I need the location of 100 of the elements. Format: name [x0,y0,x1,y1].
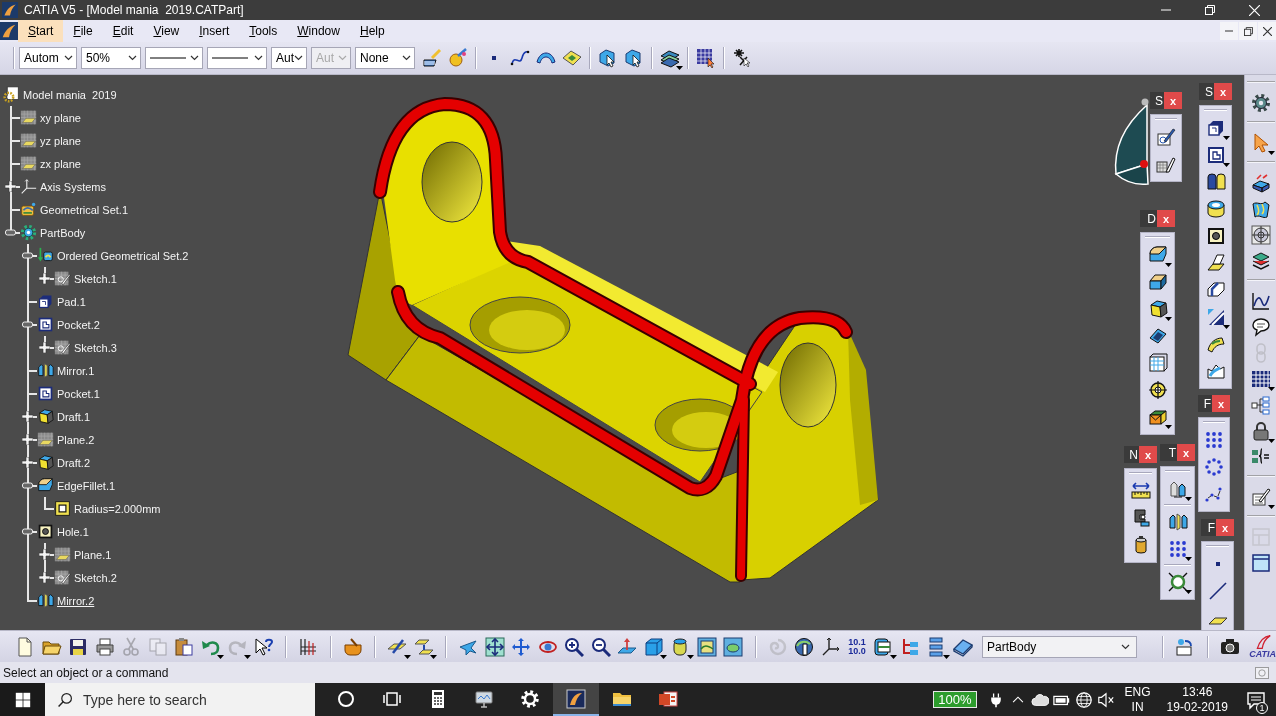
stacked-frames-icon[interactable] [873,636,894,657]
close-button[interactable]: x [1214,83,1232,100]
dropdown-arrow-icon[interactable] [1267,505,1275,509]
dropdown-field[interactable]: 50% [81,47,141,69]
dropdown-arrow-icon[interactable] [1222,136,1230,140]
dot-grid-icon[interactable] [1167,538,1188,559]
sketch-icon[interactable] [1250,487,1271,507]
plus-icon[interactable] [22,411,33,422]
tree-item[interactable]: Geometrical Set.1 [40,203,129,216]
planes-arrow-icon[interactable] [413,636,434,657]
tree-item[interactable]: Mirror.2 [57,594,95,607]
dropdown-field[interactable] [207,47,267,69]
dropdown-arrow-icon[interactable] [403,654,411,659]
dropdown-arrow-icon[interactable] [1267,151,1275,155]
tree-item[interactable]: xy plane [40,111,81,124]
minus-icon[interactable] [22,526,33,537]
grid-cursor-icon[interactable] [696,48,716,68]
search-box[interactable]: Type here to search [45,683,315,716]
body-dropdown[interactable]: PartBody [982,635,1137,658]
chevron-down-icon[interactable] [128,55,137,61]
stack-icon[interactable] [660,48,680,68]
sparkle-cursor-icon[interactable] [732,48,752,68]
menu-item[interactable]: Start [18,20,64,42]
dropdown-arrow-icon[interactable] [1184,557,1192,561]
tree-item[interactable]: Model mania 2019 [23,88,117,101]
line-icon[interactable] [1207,580,1228,601]
ring-icon[interactable] [1205,198,1226,219]
diamond-plane-icon[interactable] [562,48,582,68]
precision-button[interactable]: 10.1 10.0 [844,633,870,660]
tree-diagram-icon[interactable] [1250,395,1271,415]
minus-icon[interactable] [22,480,33,491]
ruler-icon[interactable] [1130,480,1151,501]
speech-bubble-icon[interactable] [1250,317,1271,337]
book-icon[interactable] [952,636,973,657]
chevron-down-icon[interactable] [190,55,199,61]
rounded-block-icon[interactable] [37,477,54,494]
block-icon[interactable] [37,293,54,310]
scale-icon[interactable] [1167,571,1188,592]
bowl-icon[interactable] [342,636,363,657]
axis-icon[interactable] [20,178,37,195]
menu-item[interactable]: File [63,20,103,42]
sketch-icon[interactable] [54,339,71,356]
plane-icon[interactable] [20,132,37,149]
plus-icon[interactable] [39,572,50,583]
mirror-icon[interactable] [37,362,54,379]
chamfer-block-icon[interactable] [1147,271,1168,292]
sketch-icon[interactable] [1156,126,1176,147]
disc-icon[interactable] [794,636,815,657]
plane-icon[interactable] [54,546,71,563]
close-button[interactable] [1258,22,1276,40]
chevron-down-icon[interactable] [402,55,411,61]
plus-icon[interactable] [22,434,33,445]
tree-item[interactable]: yz plane [40,134,81,147]
battery-percentage[interactable]: 100% [933,691,977,708]
slab-arrows-icon[interactable] [1250,173,1271,193]
compass-icon[interactable] [1114,98,1149,186]
landscape-picture-icon[interactable] [696,636,717,657]
notched-square-icon[interactable] [37,385,54,402]
zoom-out-icon[interactable] [590,636,611,657]
notification-icon[interactable] [1246,689,1266,710]
dropdown-arrow-icon[interactable] [1222,325,1230,329]
close-button[interactable]: x [1164,92,1182,109]
chevron-down-icon[interactable] [294,55,303,61]
dropdown-field[interactable]: None [355,47,415,69]
grid-cube-icon[interactable] [1147,352,1168,373]
cube-cursor-icon[interactable] [598,48,618,68]
cube-icon[interactable] [1147,298,1168,319]
cube-icon[interactable] [643,636,664,657]
dropdown-arrow-icon[interactable] [430,654,437,659]
app-icon[interactable] [0,22,18,40]
plane-icon[interactable] [20,109,37,126]
gear-icon[interactable] [20,224,37,241]
mirror-icon[interactable] [37,592,54,609]
close-button[interactable]: x [1157,210,1175,227]
plane-icon[interactable] [20,155,37,172]
dropdown-field[interactable]: Autom [19,47,77,69]
grid-lines-icon[interactable] [298,636,319,657]
dot-grid-icon[interactable] [1204,429,1224,450]
notched-square-icon[interactable] [1205,144,1226,165]
dropdown-field[interactable] [145,47,203,69]
dot-ring-icon[interactable] [1204,456,1224,477]
rounded-block-icon[interactable] [1147,244,1168,265]
sketch-icon[interactable] [54,569,71,586]
clock[interactable]: 13:46 19-02-2019 [1158,684,1236,715]
layers-icon[interactable] [1250,251,1271,271]
plus-icon[interactable] [22,457,33,468]
tree-item[interactable]: Plane.2 [57,433,95,446]
dropdown-arrow-icon[interactable] [1267,439,1275,443]
window-frame-icon[interactable] [1250,553,1271,573]
minus-icon[interactable] [22,319,33,330]
parameter-icon[interactable] [54,500,71,517]
speaker-muted-icon[interactable] [1096,690,1115,709]
tree-item[interactable]: Ordered Geometrical Set.2 [57,249,189,262]
notched-square-icon[interactable] [37,316,54,333]
shapes-set-icon[interactable] [20,201,37,218]
mirror-icon[interactable] [1167,511,1188,532]
move-arrows-icon[interactable] [511,636,532,657]
crosshair-globe-icon[interactable] [1250,225,1271,245]
cube-icon[interactable] [37,454,54,471]
surface-icon[interactable] [1250,199,1271,219]
